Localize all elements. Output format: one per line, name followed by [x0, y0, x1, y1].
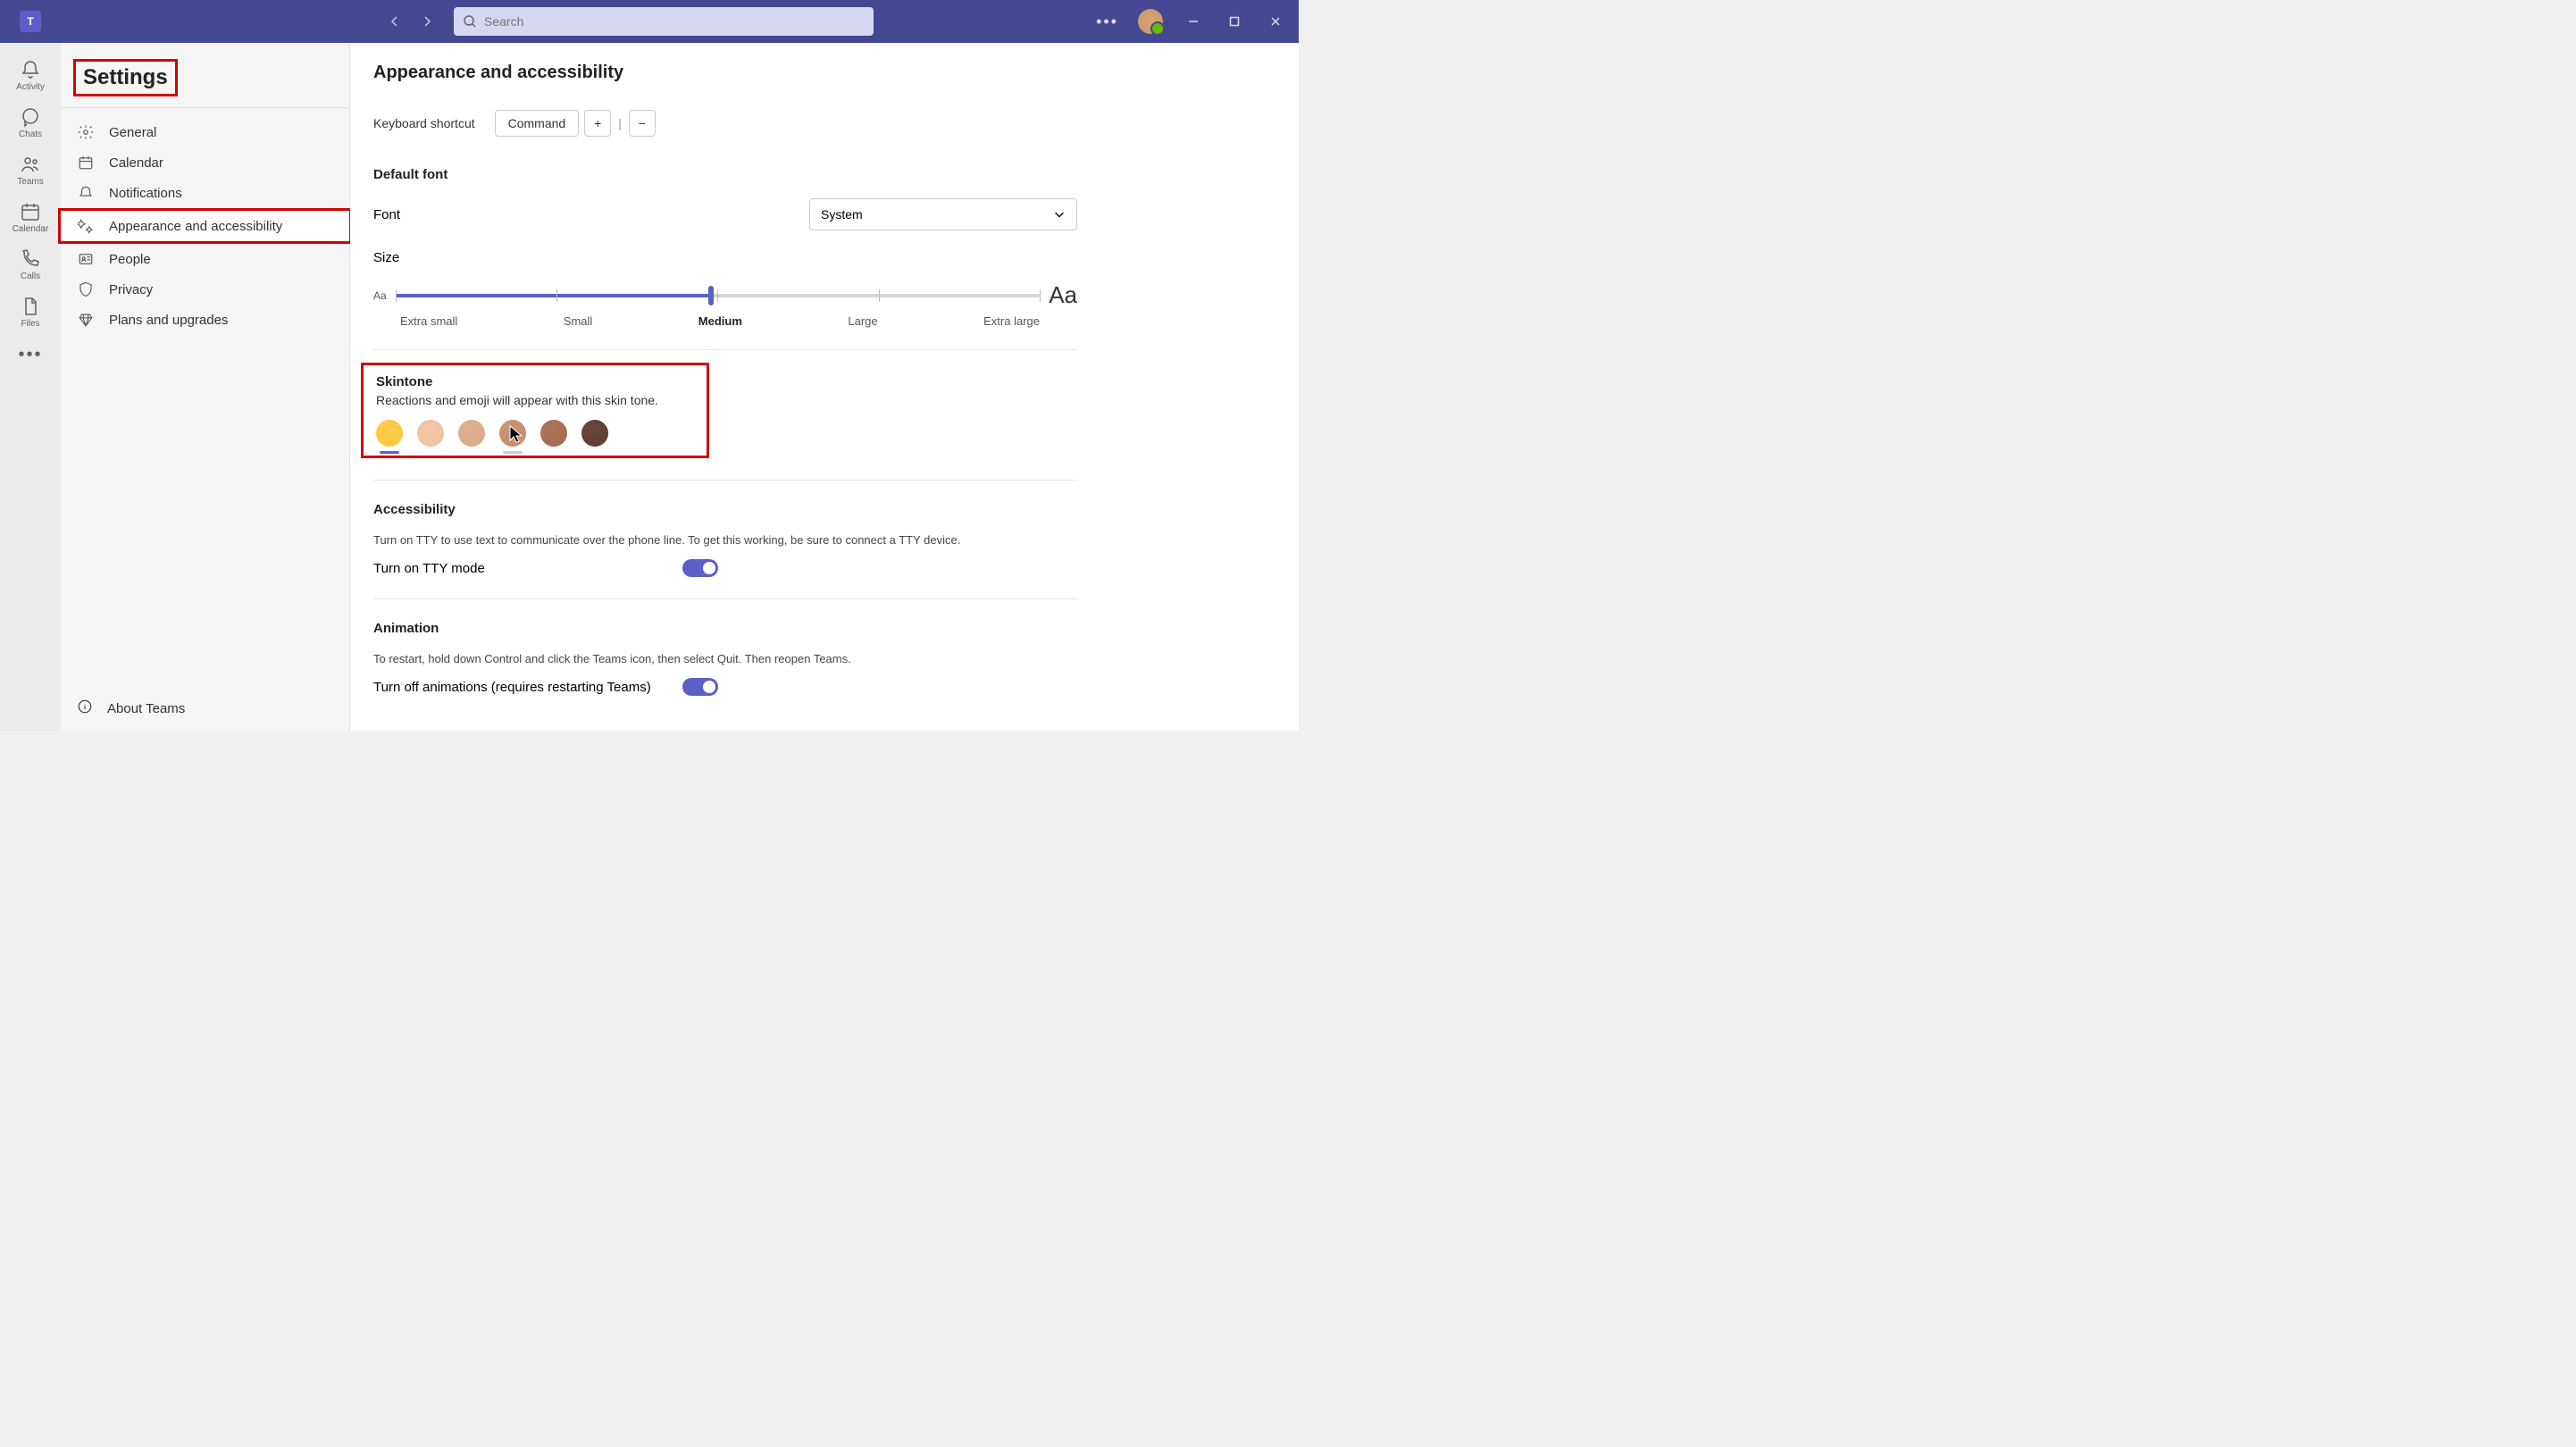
kbd-keys: Command + | −	[495, 110, 656, 137]
settings-item-general[interactable]: General	[61, 117, 349, 147]
window-maximize-button[interactable]	[1217, 0, 1252, 43]
settings-sidebar: Settings General Calendar	[61, 43, 350, 731]
rail-label: Teams	[17, 177, 43, 187]
font-size-slider[interactable]	[396, 285, 1041, 306]
size-indicator-small: Aa	[373, 289, 387, 302]
rail-more-button[interactable]: •••	[18, 345, 42, 365]
skintone-option-5[interactable]	[581, 420, 608, 447]
rail-label: Activity	[16, 82, 45, 92]
skintone-section: Skintone Reactions and emoji will appear…	[361, 363, 709, 458]
skintone-description: Reactions and emoji will appear with thi…	[376, 393, 694, 407]
accessibility-description: Turn on TTY to use text to communicate o…	[373, 533, 1077, 547]
titlebar: T •••	[0, 0, 1299, 43]
search-icon	[463, 14, 477, 29]
font-label: Font	[373, 207, 400, 222]
settings-item-label: Calendar	[109, 155, 163, 171]
bell-icon	[20, 59, 41, 80]
window-close-button[interactable]	[1258, 0, 1293, 43]
person-card-icon	[77, 251, 95, 267]
rail-calendar[interactable]: Calendar	[0, 194, 61, 241]
rail-label: Files	[21, 319, 39, 329]
animation-toggle-label: Turn off animations (requires restarting…	[373, 680, 682, 695]
settings-item-label: General	[109, 125, 156, 140]
about-label: About Teams	[107, 701, 185, 716]
bell-icon	[77, 185, 95, 201]
rail-label: Calendar	[13, 224, 49, 234]
main-panel: Appearance and accessibility Keyboard sh…	[350, 43, 1299, 731]
settings-item-label: Plans and upgrades	[109, 313, 228, 328]
size-tick-label: Small	[564, 314, 593, 328]
accessibility-heading: Accessibility	[373, 502, 1077, 517]
skintone-heading: Skintone	[376, 374, 694, 389]
rail-label: Calls	[21, 272, 40, 281]
rail-activity[interactable]: Activity	[0, 52, 61, 99]
settings-item-notifications[interactable]: Notifications	[61, 178, 349, 208]
font-select-value: System	[821, 207, 863, 222]
kbd-minus: −	[629, 110, 656, 137]
animation-toggle[interactable]	[682, 678, 718, 696]
settings-item-appearance[interactable]: Appearance and accessibility	[61, 211, 349, 241]
page-title: Appearance and accessibility	[373, 63, 1077, 83]
phone-icon	[20, 248, 41, 270]
size-tick-label: Medium	[698, 314, 742, 328]
calendar-icon	[20, 201, 41, 222]
tty-toggle[interactable]	[682, 559, 718, 577]
rail-calls[interactable]: Calls	[0, 241, 61, 289]
app-logo: T	[0, 11, 61, 32]
size-indicator-large: Aa	[1049, 281, 1077, 309]
user-avatar[interactable]	[1138, 9, 1163, 34]
about-teams-link[interactable]: About Teams	[77, 698, 333, 718]
settings-item-label: Privacy	[109, 282, 153, 297]
app-rail: Activity Chats Teams Calendar Calls File…	[0, 43, 61, 731]
font-select[interactable]: System	[809, 198, 1077, 230]
diamond-icon	[77, 312, 95, 328]
settings-item-label: Notifications	[109, 186, 182, 201]
rail-teams[interactable]: Teams	[0, 146, 61, 194]
size-label: Size	[373, 250, 1077, 265]
search-input[interactable]	[484, 14, 865, 29]
cursor-pointer-icon	[508, 424, 526, 444]
teams-icon	[20, 154, 41, 175]
search-box[interactable]	[454, 7, 874, 36]
file-icon	[20, 296, 41, 317]
window-minimize-button[interactable]	[1175, 0, 1211, 43]
size-tick-label: Extra small	[400, 314, 457, 328]
animation-heading: Animation	[373, 621, 1077, 636]
settings-item-calendar[interactable]: Calendar	[61, 147, 349, 178]
skintone-option-2[interactable]	[458, 420, 485, 447]
nav-forward-button[interactable]	[414, 9, 439, 34]
settings-item-plans[interactable]: Plans and upgrades	[61, 305, 349, 335]
kbd-plus: +	[584, 110, 611, 137]
shield-icon	[77, 281, 95, 297]
rail-chats[interactable]: Chats	[0, 99, 61, 146]
rail-label: Chats	[19, 130, 42, 139]
settings-item-label: Appearance and accessibility	[109, 219, 282, 234]
chat-icon	[20, 106, 41, 128]
rail-files[interactable]: Files	[0, 289, 61, 336]
default-font-heading: Default font	[373, 167, 1077, 182]
chevron-down-icon	[1053, 208, 1066, 221]
slider-thumb[interactable]	[708, 286, 714, 305]
kbd-shortcut-label: Keyboard shortcut	[373, 116, 475, 130]
calendar-icon	[77, 155, 95, 171]
animation-description: To restart, hold down Control and click …	[373, 652, 1077, 665]
settings-item-people[interactable]: People	[61, 244, 349, 274]
skintone-option-1[interactable]	[417, 420, 444, 447]
settings-title: Settings	[73, 59, 178, 96]
settings-item-label: People	[109, 252, 151, 267]
skintone-option-0[interactable]	[376, 420, 403, 447]
nav-back-button[interactable]	[382, 9, 407, 34]
settings-item-privacy[interactable]: Privacy	[61, 274, 349, 305]
kbd-command: Command	[495, 110, 580, 137]
more-options-button[interactable]: •••	[1089, 13, 1125, 31]
info-icon	[77, 698, 93, 718]
gear-icon	[77, 124, 95, 140]
size-tick-label: Large	[848, 314, 877, 328]
skintone-option-4[interactable]	[540, 420, 567, 447]
size-tick-label: Extra large	[983, 314, 1040, 328]
tty-toggle-label: Turn on TTY mode	[373, 561, 682, 576]
sparkle-icon	[77, 218, 95, 234]
